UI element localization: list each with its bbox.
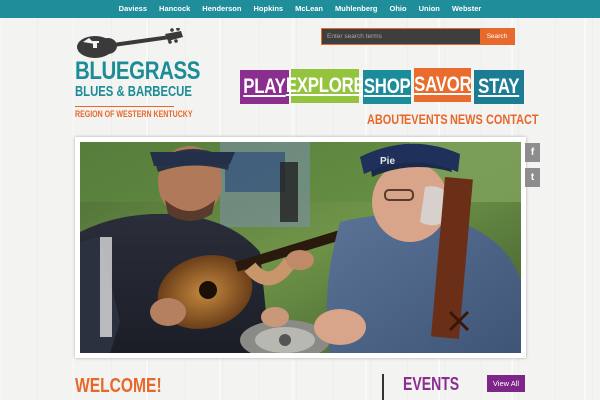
county-link-henderson[interactable]: Henderson [196, 0, 247, 18]
county-link-union[interactable]: Union [413, 0, 446, 18]
events-heading: EVENTS [403, 374, 460, 394]
county-link-webster[interactable]: Webster [446, 0, 487, 18]
logo-line-blues-barbecue: BLUES & BARBECUE [75, 84, 192, 100]
mandolin-icon [77, 28, 183, 58]
secondary-nav: ABOUT EVENTS NEWS CONTACT [367, 110, 539, 128]
hero-photo-frame: Pie [75, 137, 526, 358]
site-logo[interactable]: BLUEGRASS BLUES & BARBECUE REGION OF WES… [75, 28, 200, 126]
search-button[interactable]: Search [480, 29, 514, 44]
county-link-daviess[interactable]: Daviess [113, 0, 153, 18]
nav-stay-label: STAY [478, 75, 520, 98]
nav-explore-button[interactable]: EXPLORE [286, 69, 365, 103]
nav-news-link[interactable]: NEWS [450, 110, 483, 128]
twitter-icon[interactable]: t [525, 168, 540, 187]
nav-savor-label: SAVOR [413, 73, 472, 96]
twitter-glyph: t [530, 172, 535, 183]
logo-line-region: REGION OF WESTERN KENTUCKY [75, 109, 193, 120]
nav-about-link[interactable]: ABOUT [367, 110, 406, 128]
nav-shop-label: SHOP [363, 75, 411, 98]
county-nav: Daviess Hancock Henderson Hopkins McLean… [0, 0, 600, 18]
nav-shop-button[interactable]: SHOP [363, 70, 411, 104]
hero-photo: Pie [80, 142, 521, 353]
county-link-hopkins[interactable]: Hopkins [247, 0, 289, 18]
logo-line-bluegrass: BLUEGRASS [75, 57, 201, 85]
cap-text: Pie [380, 156, 395, 167]
nav-stay-button[interactable]: STAY [474, 70, 524, 104]
logo-divider [75, 106, 174, 107]
welcome-heading: WELCOME! [75, 375, 162, 397]
view-all-events-button[interactable]: View All [487, 375, 525, 392]
county-link-hancock[interactable]: Hancock [153, 0, 196, 18]
nav-savor-button[interactable]: SAVOR [414, 68, 471, 102]
nav-play-button[interactable]: PLAY [240, 70, 289, 104]
nav-contact-link[interactable]: CONTACT [486, 110, 539, 128]
county-link-ohio[interactable]: Ohio [384, 0, 413, 18]
nav-events-link[interactable]: EVENTS [404, 110, 448, 128]
facebook-icon[interactable]: f [525, 143, 540, 162]
search-input[interactable] [322, 29, 480, 44]
county-link-muhlenberg[interactable]: Muhlenberg [329, 0, 384, 18]
facebook-glyph: f [530, 147, 535, 158]
nav-play-label: PLAY [243, 75, 286, 98]
search-form: Search [321, 28, 515, 45]
nav-explore-label: EXPLORE [285, 74, 365, 97]
section-divider [382, 374, 384, 400]
county-link-mclean[interactable]: McLean [289, 0, 329, 18]
